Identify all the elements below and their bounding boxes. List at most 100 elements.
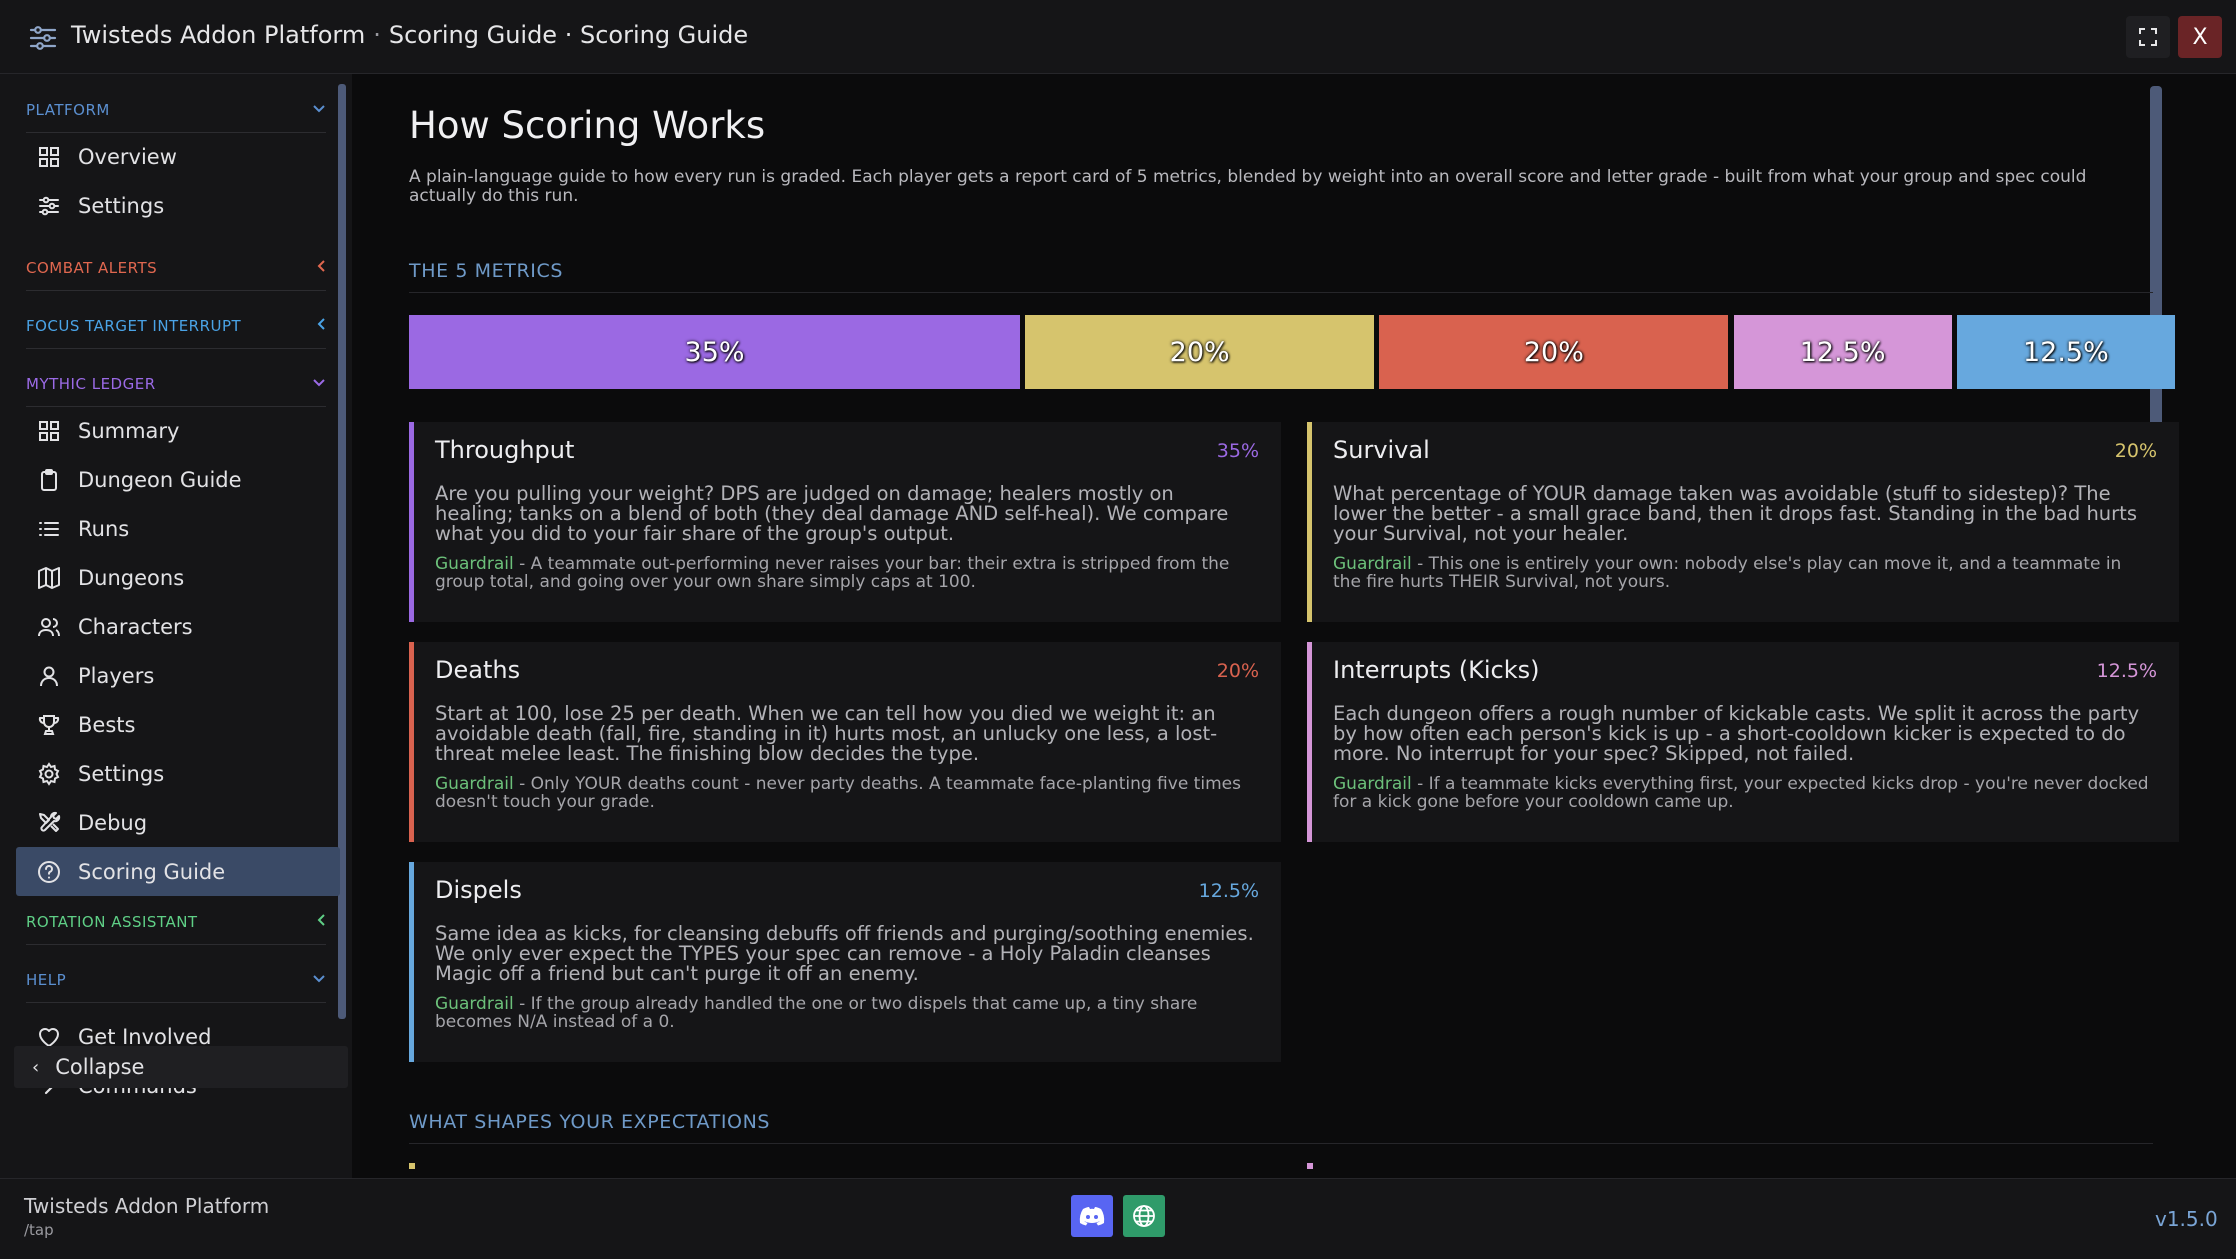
metric-card-survival: Survival 20% What percentage of YOUR damag…: [1307, 422, 2179, 622]
sidebar-item-characters[interactable]: Characters: [16, 602, 340, 651]
metric-card-dispels: Dispels 12.5% Same idea as kicks, for clea…: [409, 862, 1281, 1062]
sidebar-item-players[interactable]: Players: [16, 651, 340, 700]
settings-sliders-icon[interactable]: [28, 24, 58, 52]
metric-weight: 12.5%: [2096, 660, 2157, 682]
guardrail-text: - A teammate out-performing never raises…: [435, 554, 1230, 592]
maximize-icon: [2139, 28, 2157, 46]
weight-segment: 35%: [409, 315, 1021, 389]
sidebar-item-label: Settings: [78, 761, 165, 786]
weight-segment: 20%: [1025, 315, 1375, 389]
grid-icon: [36, 144, 62, 170]
chevron-left-icon: [316, 317, 326, 335]
chevron-left-icon: [316, 259, 326, 277]
sidebar-section-label: FOCUS TARGET INTERRUPT: [26, 317, 242, 335]
sidebar-item-debug[interactable]: Debug: [16, 798, 340, 847]
sidebar-item-settings[interactable]: Settings: [16, 749, 340, 798]
sidebar-item-summary[interactable]: Summary: [16, 406, 340, 455]
metric-weight: 20%: [2114, 440, 2157, 462]
metric-card-throughput: Throughput 35% Are you pulling your weight…: [409, 422, 1281, 622]
footer-command: /tap: [24, 1221, 54, 1239]
sidebar-item-label: Summary: [78, 418, 180, 443]
metric-description: Are you pulling your weight? DPS are jud…: [435, 482, 1229, 545]
collapse-label: Collapse: [55, 1055, 145, 1079]
sidebar-item-bests[interactable]: Bests: [16, 700, 340, 749]
metric-title: Dispels: [435, 876, 522, 904]
title-bar: Twisteds Addon Platform · Scoring Guide · …: [0, 0, 2236, 74]
guardrail-text: - This one is entirely your own: nobody …: [1333, 554, 2122, 592]
website-button[interactable]: [1123, 1195, 1165, 1237]
metric-title: Interrupts (Kicks): [1333, 656, 1540, 684]
globe-icon: [1133, 1205, 1155, 1227]
sidebar-section-label: HELP: [26, 971, 67, 989]
guardrail-text: - If a teammate kicks everything first, …: [1333, 774, 2149, 812]
sidebar-item-runs[interactable]: Runs: [16, 504, 340, 553]
list-icon: [36, 516, 62, 542]
discord-button[interactable]: [1071, 1195, 1113, 1237]
collapse-button[interactable]: ‹ Collapse: [14, 1046, 348, 1088]
guardrail-label: Guardrail: [1333, 774, 1412, 794]
sidebar-item-label: Scoring Guide: [78, 859, 226, 884]
metric-weight: 20%: [1216, 660, 1259, 682]
maximize-button[interactable]: [2126, 16, 2170, 58]
sidebar-item-label: Debug: [78, 810, 148, 835]
user-icon: [36, 663, 62, 689]
window-title: Twisteds Addon Platform · Scoring Guide · …: [71, 21, 748, 49]
metric-description: Same idea as kicks, for cleansing debuff…: [435, 922, 1254, 985]
breadcrumb: Scoring Guide · Scoring Guide: [388, 21, 749, 49]
metric-weight: 12.5%: [1198, 880, 1259, 902]
gear-icon: [36, 761, 62, 787]
page-subtitle: A plain-language guide to how every run …: [409, 167, 2087, 206]
footer-app-name: Twisteds Addon Platform: [24, 1194, 270, 1218]
sidebar-section-platform[interactable]: PLATFORM: [26, 98, 326, 133]
metric-description: Start at 100, lose 25 per death. When we…: [435, 702, 1218, 765]
sidebar-item-label: Bests: [78, 712, 136, 737]
weight-segment: 12.5%: [1956, 315, 2175, 389]
sidebar-section-rotation-assistant[interactable]: ROTATION ASSISTANT: [26, 910, 326, 945]
metric-guardrail: Guardrail - Only YOUR deaths count - nev…: [435, 775, 1255, 811]
sidebar-item-scoring-guide[interactable]: Scoring Guide: [16, 847, 340, 896]
sidebar-section-label: COMBAT ALERTS: [26, 259, 158, 277]
map-icon: [36, 565, 62, 591]
guardrail-label: Guardrail: [435, 774, 514, 794]
sidebar-item-dungeons[interactable]: Dungeons: [16, 553, 340, 602]
metric-title: Throughput: [435, 436, 575, 464]
sidebar-item-label: Runs: [78, 516, 130, 541]
sidebar-item-overview[interactable]: Overview: [16, 132, 340, 181]
users-icon: [36, 614, 62, 640]
chevron-left-icon: ‹: [32, 1056, 40, 1078]
guardrail-label: Guardrail: [435, 554, 514, 574]
sidebar-item-label: Dungeon Guide: [78, 467, 242, 492]
sidebar-item-label: Dungeons: [78, 565, 185, 590]
metric-guardrail: Guardrail - If a teammate kicks everythi…: [1333, 775, 2153, 811]
sidebar-item-label: Settings: [78, 193, 165, 218]
clipboard-icon: [36, 467, 62, 493]
help-circle-icon: [36, 859, 62, 885]
sidebar-section-label: PLATFORM: [26, 101, 110, 119]
version-label: v1.5.0: [2155, 1207, 2218, 1231]
sidebar-section-label: MYTHIC LEDGER: [26, 375, 156, 393]
trophy-icon: [36, 712, 62, 738]
sidebar-item-settings[interactable]: Settings: [16, 181, 340, 230]
app-name: Twisteds Addon Platform: [71, 21, 366, 49]
title-separator: ·: [373, 21, 381, 49]
sliders-icon: [36, 193, 62, 219]
sidebar-section-focus-target-interrupt[interactable]: FOCUS TARGET INTERRUPT: [26, 314, 326, 349]
metric-description: What percentage of YOUR damage taken was…: [1333, 482, 2137, 545]
weight-segment: 12.5%: [1733, 315, 1952, 389]
metric-card-interrupts-kicks: Interrupts (Kicks) 12.5% Each dungeon offe…: [1307, 642, 2179, 842]
page-title: How Scoring Works: [409, 104, 766, 147]
metric-guardrail: Guardrail - This one is entirely your ow…: [1333, 555, 2153, 591]
sidebar-item-dungeon-guide[interactable]: Dungeon Guide: [16, 455, 340, 504]
guardrail-label: Guardrail: [1333, 554, 1412, 574]
card-stub-left: [409, 1163, 415, 1169]
metric-weight: 35%: [1216, 440, 1259, 462]
chevron-down-icon: [312, 102, 326, 118]
close-button[interactable]: X: [2178, 16, 2222, 58]
sidebar-item-label: Overview: [78, 144, 177, 169]
metric-description: Each dungeon offers a rough number of ki…: [1333, 702, 2140, 765]
sidebar-section-combat-alerts[interactable]: COMBAT ALERTS: [26, 256, 326, 291]
discord-icon: [1079, 1207, 1105, 1226]
chevron-left-icon: [316, 913, 326, 931]
sidebar-section-mythic-ledger[interactable]: MYTHIC LEDGER: [26, 372, 326, 407]
sidebar-section-help[interactable]: HELP: [26, 968, 326, 1003]
